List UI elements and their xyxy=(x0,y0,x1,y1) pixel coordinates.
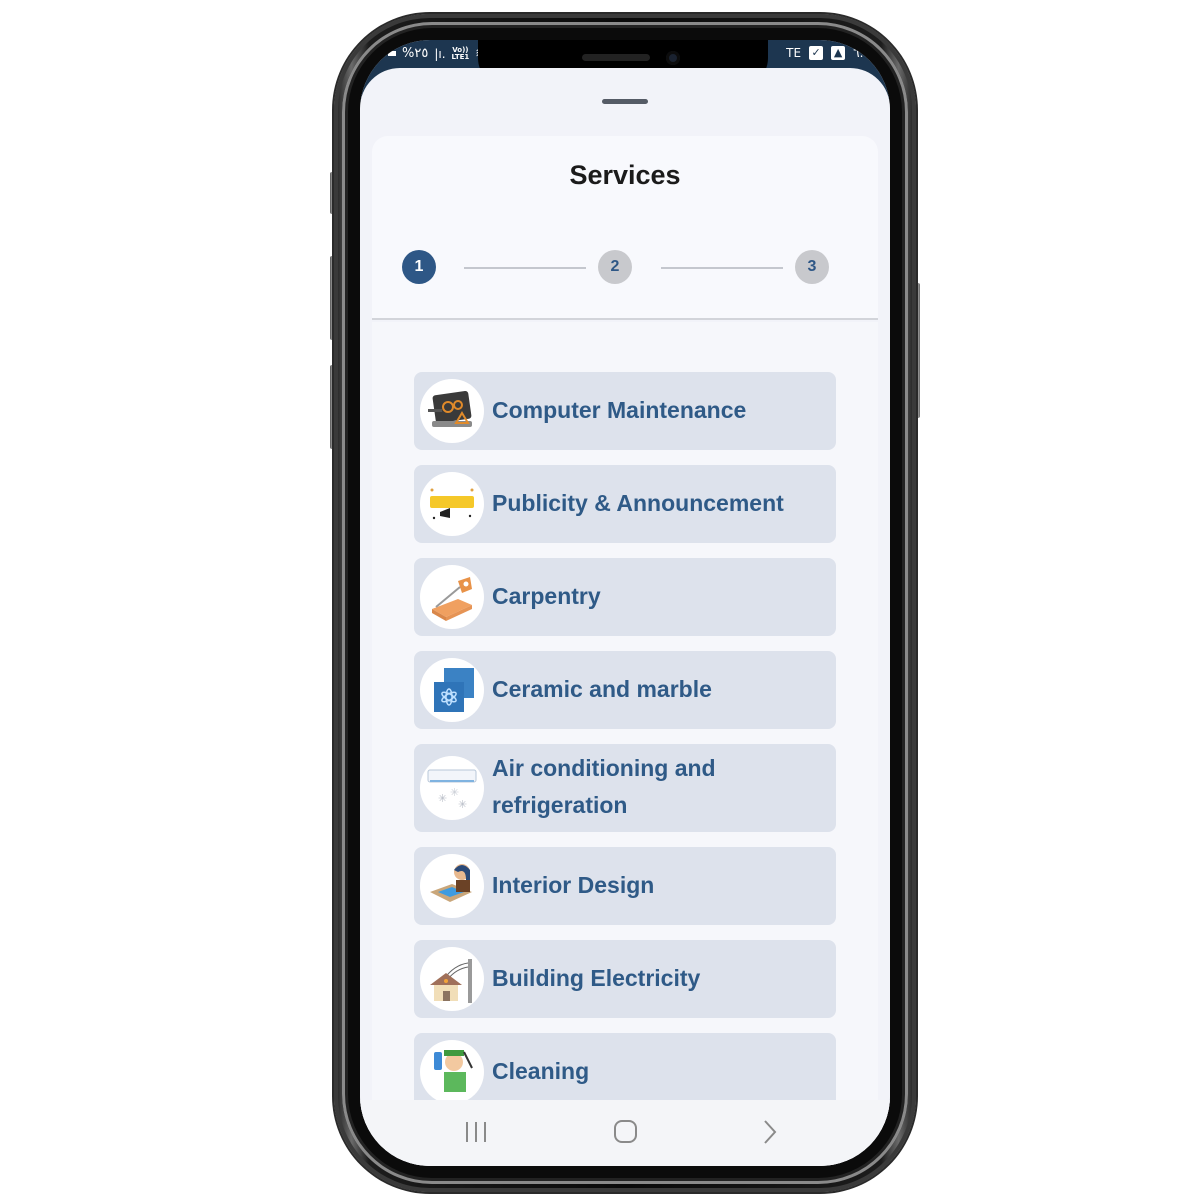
services-list[interactable]: Computer Maintenance Publicity & Announc… xyxy=(372,322,878,1100)
service-item-air-conditioning[interactable]: ✳ ✳ ✳ Air conditioning and refrigeration xyxy=(414,744,836,832)
chevron-right-icon xyxy=(764,1120,777,1144)
service-item-interior-design[interactable]: Interior Design xyxy=(414,847,836,925)
recent-apps-button[interactable] xyxy=(456,1112,496,1152)
status-right: TE ✓ ▲ ٦:٤ xyxy=(786,46,870,60)
system-navigation-bar xyxy=(360,1100,890,1166)
tile-icon xyxy=(420,658,484,722)
air-conditioner-icon: ✳ ✳ ✳ xyxy=(420,756,484,820)
megaphone-banner-icon xyxy=(420,472,484,536)
service-item-publicity[interactable]: Publicity & Announcement xyxy=(414,465,836,543)
back-button[interactable] xyxy=(750,1112,790,1152)
service-label: Interior Design xyxy=(492,872,655,898)
home-icon xyxy=(614,1120,637,1143)
service-label: Building Electricity xyxy=(492,965,701,991)
service-label: Computer Maintenance xyxy=(492,397,747,423)
lte-indicator: Vo)) LTE1 xyxy=(451,45,470,61)
status-left: %٢٥ |ı. Vo))LTE1 ≋ xyxy=(388,46,486,61)
service-label: Publicity & Announcement xyxy=(492,490,784,516)
computer-repair-icon xyxy=(420,379,484,443)
front-camera xyxy=(666,51,680,65)
saw-wood-icon xyxy=(420,565,484,629)
step-connector xyxy=(464,267,586,269)
page-title: Services xyxy=(569,160,681,190)
phone-screen: %٢٥ |ı. Vo))LTE1 ≋ TE ✓ ▲ ٦:٤ Services 1… xyxy=(360,40,890,1166)
recent-apps-icon xyxy=(466,1122,486,1142)
service-item-ceramic-marble[interactable]: Ceramic and marble xyxy=(414,651,836,729)
service-label: Air conditioning and refrigeration xyxy=(492,755,716,818)
cleaner-icon xyxy=(420,1040,484,1100)
battery-icon xyxy=(388,51,396,56)
carrier-text: TE xyxy=(786,46,802,60)
service-label: Carpentry xyxy=(492,583,601,609)
signal-icon: |ı. xyxy=(434,46,446,61)
checkbox-notification-icon: ✓ xyxy=(809,46,824,60)
svg-text:✳: ✳ xyxy=(458,798,467,811)
battery-percent: %٢٥ xyxy=(402,46,429,61)
home-button[interactable] xyxy=(606,1112,646,1152)
step-connector xyxy=(661,267,783,269)
clock: ٦:٤ xyxy=(853,46,870,60)
image-notification-icon: ▲ xyxy=(831,46,846,60)
house-power-line-icon xyxy=(420,947,484,1011)
step-3[interactable]: 3 xyxy=(795,250,829,284)
service-item-carpentry[interactable]: Carpentry xyxy=(414,558,836,636)
header-card: Services 1 2 3 xyxy=(372,136,878,320)
step-1[interactable]: 1 xyxy=(402,250,436,284)
service-item-cleaning[interactable]: Cleaning xyxy=(414,1033,836,1100)
step-2[interactable]: 2 xyxy=(598,250,632,284)
svg-text:✳: ✳ xyxy=(438,792,447,805)
bottom-sheet: Services 1 2 3 Computer Maintenance Publ… xyxy=(360,68,890,1166)
service-label: Cleaning xyxy=(492,1058,590,1084)
speaker-grille xyxy=(582,54,650,61)
service-label: Ceramic and marble xyxy=(492,676,712,702)
service-item-building-electricity[interactable]: Building Electricity xyxy=(414,940,836,1018)
interior-designer-icon xyxy=(420,854,484,918)
drag-handle[interactable] xyxy=(602,99,648,104)
service-item-computer-maintenance[interactable]: Computer Maintenance xyxy=(414,372,836,450)
